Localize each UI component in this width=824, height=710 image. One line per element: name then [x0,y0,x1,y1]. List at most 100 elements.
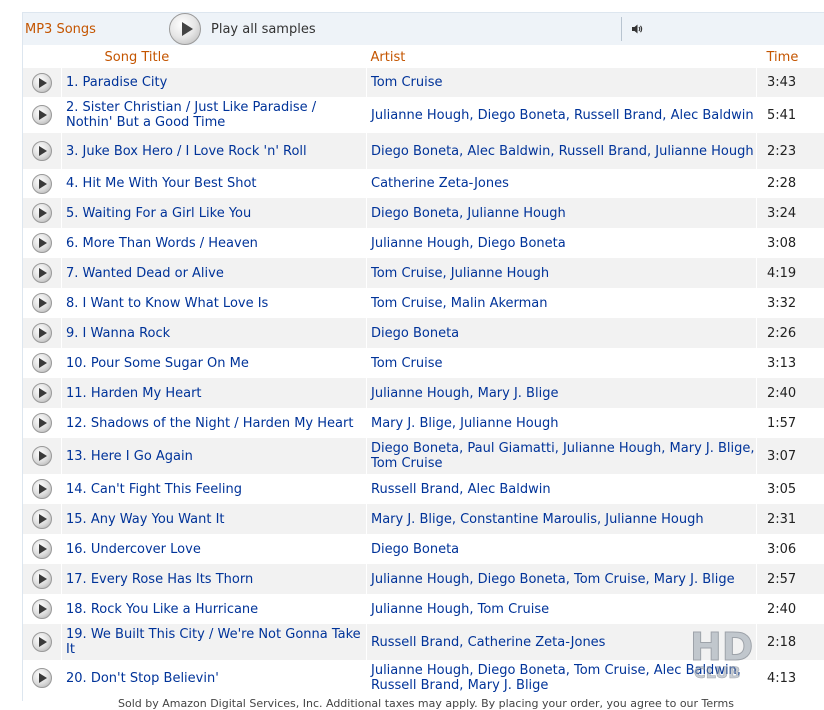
track-number: 20. [66,671,87,686]
track-row[interactable]: 6. More Than Words / HeavenJulianne Houg… [23,228,824,258]
track-artist-cell: Tom Cruise, Julianne Hough [367,258,757,288]
track-play-icon[interactable] [32,509,52,529]
track-row[interactable]: 11. Harden My HeartJulianne Hough, Mary … [23,378,824,408]
track-play-icon[interactable] [32,174,52,194]
track-play-icon[interactable] [32,141,52,161]
track-title-cell: 15. Any Way You Want It [62,504,367,534]
track-title-link[interactable]: Juke Box Hero / I Love Rock 'n' Roll [83,144,307,159]
track-title-link[interactable]: Pour Some Sugar On Me [91,356,249,371]
track-row[interactable]: 15. Any Way You Want It Mary J. Blige, Co… [23,504,824,534]
track-artist-link[interactable]: Diego Boneta, Paul Giamatti, Julianne Ho… [371,441,755,471]
track-title-link[interactable]: Waiting For a Girl Like You [83,206,252,221]
play-all-button[interactable]: Play all samples [169,13,316,45]
track-artist-link[interactable]: Tom Cruise, Julianne Hough [371,266,549,281]
track-row[interactable]: 17. Every Rose Has Its ThornJulianne Hou… [23,564,824,594]
track-artist-link[interactable]: Julianne Hough, Mary J. Blige [371,386,558,401]
track-artist-link[interactable]: Tom Cruise [371,356,443,371]
track-artist-link[interactable]: Diego Boneta, Julianne Hough [371,206,566,221]
track-play-icon[interactable] [32,599,52,619]
track-row[interactable]: 1. Paradise CityTom Cruise3:43 [23,68,824,97]
track-artist-link[interactable]: Russell Brand, Catherine Zeta-Jones [371,635,605,650]
track-play-icon[interactable] [32,413,52,433]
track-play-icon[interactable] [32,233,52,253]
track-play-cell [23,288,62,318]
track-title-link[interactable]: Shadows of the Night / Harden My Heart [91,416,354,431]
track-play-icon[interactable] [32,479,52,499]
column-header-artist[interactable]: Artist [367,46,757,68]
track-artist-link[interactable]: Julianne Hough, Diego Boneta, Russell Br… [371,108,754,123]
track-play-icon[interactable] [32,668,52,688]
track-play-icon[interactable] [32,73,52,93]
track-title-link[interactable]: Every Rose Has Its Thorn [91,572,253,587]
track-row[interactable]: 3. Juke Box Hero / I Love Rock 'n' RollD… [23,133,824,169]
track-duration: 3:07 [757,438,824,474]
track-play-icon[interactable] [32,539,52,559]
track-title-link[interactable]: We Built This City / We're Not Gonna Tak… [66,627,361,657]
track-title-link[interactable]: Can't Fight This Feeling [91,482,242,497]
column-header-time[interactable]: Time [757,46,824,68]
track-row[interactable]: 13. Here I Go AgainDiego Boneta, Paul Gi… [23,438,824,474]
track-row[interactable]: 10. Pour Some Sugar On MeTom Cruise3:13 [23,348,824,378]
track-artist-link[interactable]: Mary J. Blige, Julianne Hough [371,416,558,431]
track-row[interactable]: 16. Undercover LoveDiego Boneta3:06 [23,534,824,564]
track-play-icon[interactable] [32,353,52,373]
track-duration: 3:43 [757,68,824,97]
track-play-icon[interactable] [32,323,52,343]
track-title-link[interactable]: Rock You Like a Hurricane [91,602,258,617]
track-play-icon[interactable] [32,632,52,652]
track-number: 14. [66,482,87,497]
track-title-link[interactable]: I Wanna Rock [83,326,171,341]
track-title-link[interactable]: Harden My Heart [91,386,202,401]
track-artist-link[interactable]: Julianne Hough, Diego Boneta, Tom Cruise… [371,572,735,587]
track-play-icon[interactable] [32,293,52,313]
track-artist-link[interactable]: Diego Boneta, Alec Baldwin, Russell Bran… [371,144,754,159]
track-row[interactable]: 4. Hit Me With Your Best ShotCatherine Z… [23,169,824,198]
track-row[interactable]: 7. Wanted Dead or Alive Tom Cruise, Julia… [23,258,824,288]
track-number: 9. [66,326,78,341]
track-artist-link[interactable]: Tom Cruise [371,75,443,90]
track-number: 7. [66,266,78,281]
track-artist-link[interactable]: Julianne Hough, Diego Boneta [371,236,566,251]
track-title-link[interactable]: Hit Me With Your Best Shot [83,176,257,191]
track-row[interactable]: 9. I Wanna RockDiego Boneta2:26 [23,318,824,348]
track-play-cell [23,504,62,534]
track-play-icon[interactable] [32,383,52,403]
track-play-icon[interactable] [32,446,52,466]
track-artist-link[interactable]: Catherine Zeta-Jones [371,176,509,191]
column-header-song-title[interactable]: Song Title [62,46,367,68]
track-title-cell: 20. Don't Stop Believin' [62,660,367,696]
volume-icon[interactable] [630,22,644,36]
track-artist-link[interactable]: Julianne Hough, Tom Cruise [371,602,549,617]
track-row[interactable]: 14. Can't Fight This Feeling Russell Bran… [23,474,824,504]
track-duration: 3:05 [757,474,824,504]
track-title-cell: 13. Here I Go Again [62,438,367,474]
track-row[interactable]: 2. Sister Christian / Just Like Paradise… [23,97,824,133]
track-play-icon[interactable] [32,105,52,125]
play-icon[interactable] [169,13,201,45]
track-play-icon[interactable] [32,263,52,283]
play-all-label: Play all samples [211,22,316,37]
track-artist-link[interactable]: Mary J. Blige, Constantine Maroulis, Jul… [371,512,704,527]
track-play-icon[interactable] [32,203,52,223]
track-title-link[interactable]: Any Way You Want It [91,512,225,527]
track-title-link[interactable]: Undercover Love [91,542,201,557]
track-artist-link[interactable]: Tom Cruise, Malin Akerman [371,296,548,311]
track-artist-link[interactable]: Diego Boneta [371,542,459,557]
track-play-cell [23,564,62,594]
track-title-link[interactable]: I Want to Know What Love Is [83,296,269,311]
track-row[interactable]: 5. Waiting For a Girl Like YouDiego Bone… [23,198,824,228]
track-artist-link[interactable]: Russell Brand, Alec Baldwin [371,482,551,497]
track-artist-cell: Julianne Hough, Diego Boneta, Tom Cruise… [367,564,757,594]
track-artist-cell: Mary J. Blige, Julianne Hough [367,408,757,438]
track-row[interactable]: 12. Shadows of the Night / Harden My Hea… [23,408,824,438]
track-play-icon[interactable] [32,569,52,589]
track-title-link[interactable]: Don't Stop Believin' [91,671,219,686]
track-title-link[interactable]: More Than Words / Heaven [83,236,258,251]
track-row[interactable]: 8. I Want to Know What Love IsTom Cruise… [23,288,824,318]
track-play-cell [23,474,62,504]
track-title-link[interactable]: Sister Christian / Just Like Paradise / … [66,100,316,130]
track-title-link[interactable]: Paradise City [83,75,168,90]
track-title-link[interactable]: Here I Go Again [91,449,193,464]
track-title-link[interactable]: Wanted Dead or Alive [83,266,224,281]
track-artist-link[interactable]: Diego Boneta [371,326,459,341]
